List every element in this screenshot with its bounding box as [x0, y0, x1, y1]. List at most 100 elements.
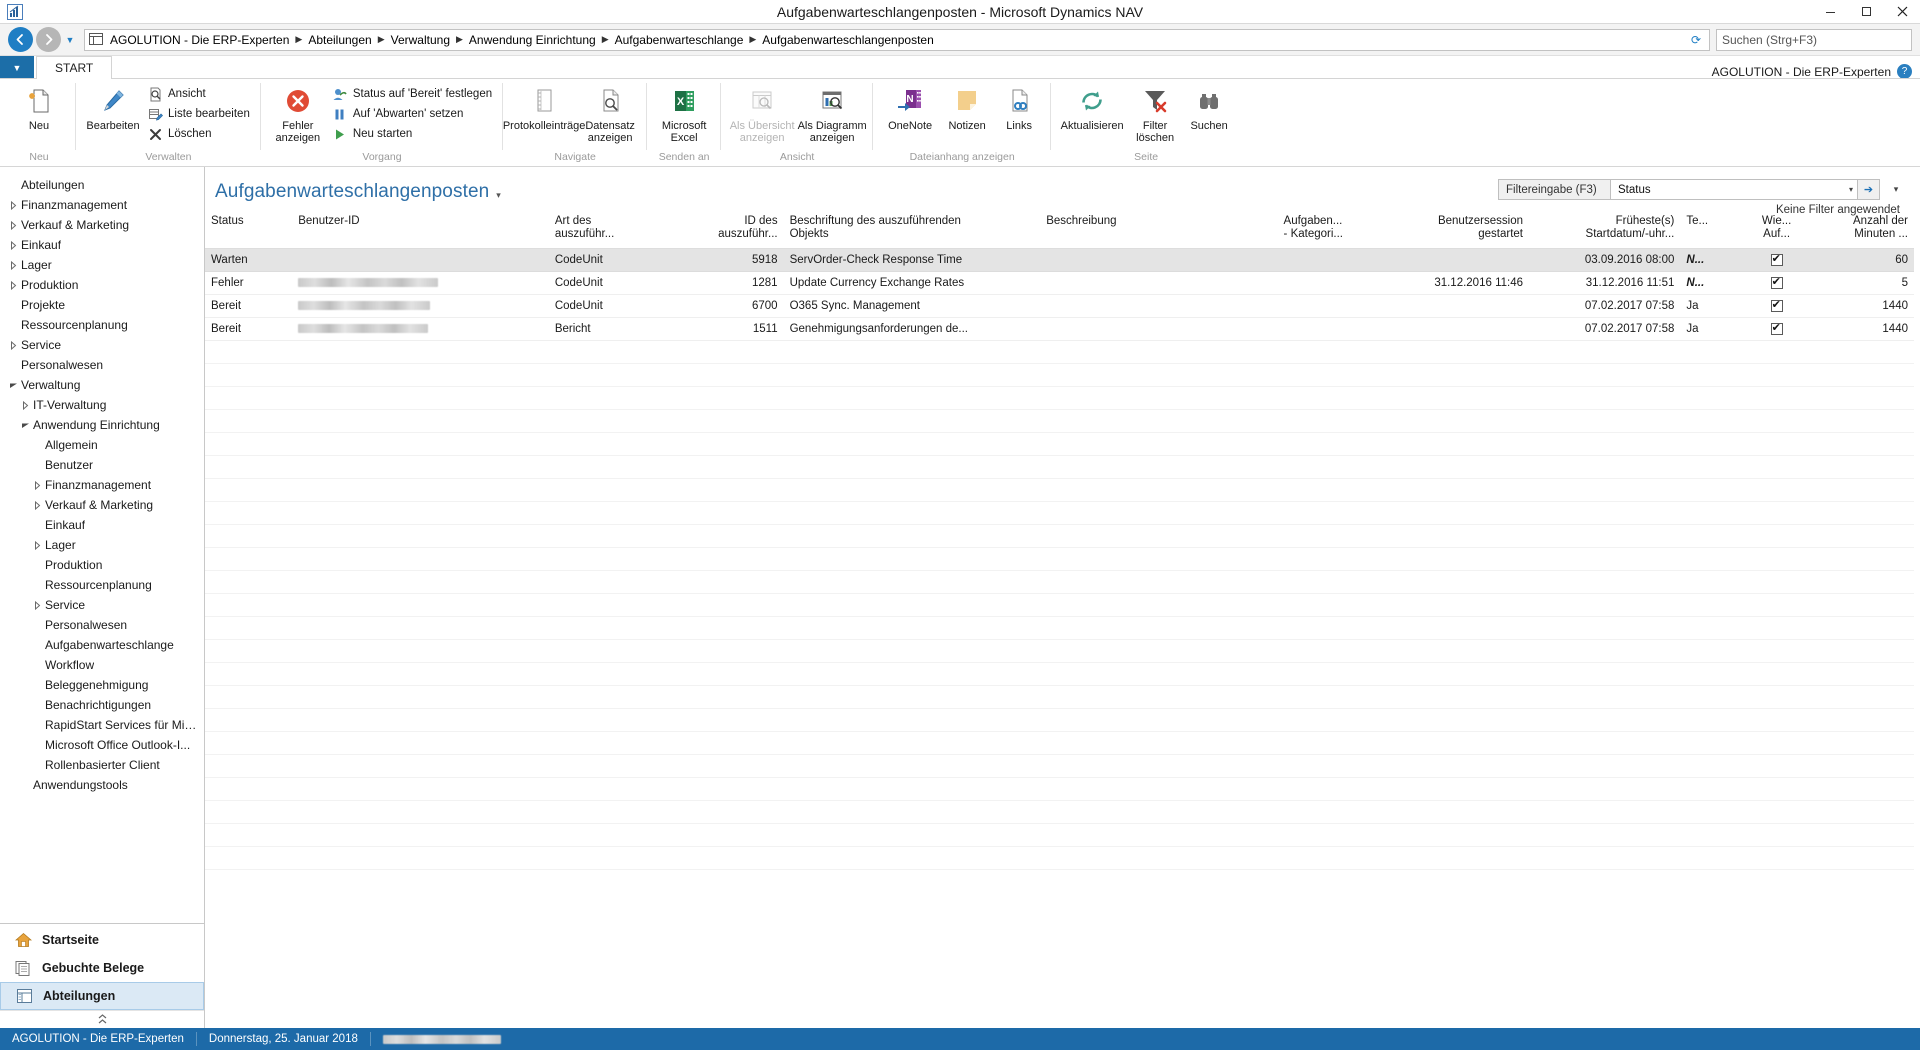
column-header-session_started[interactable]: Benutzersession gestartet [1377, 207, 1529, 249]
close-button[interactable] [1884, 0, 1920, 24]
breadcrumb-item-3[interactable]: Anwendung Einrichtung [469, 33, 596, 47]
cell-category[interactable] [1277, 248, 1378, 272]
cell-user_id[interactable] [292, 248, 549, 272]
cell-recurring[interactable] [1744, 294, 1809, 318]
cell-status[interactable]: Bereit [205, 317, 293, 341]
chevron-right-icon[interactable] [6, 200, 21, 210]
edit-button[interactable]: Bearbeiten [82, 82, 144, 132]
navbutton-startseite[interactable]: Startseite [0, 926, 204, 954]
cell-caption[interactable]: Update Currency Exchange Rates [783, 271, 1041, 295]
cell-earliest_start[interactable]: 07.02.2017 07:58 [1529, 317, 1681, 341]
chevron-right-icon[interactable] [30, 480, 45, 490]
nav-tree-item[interactable]: Benachrichtigungen [0, 695, 204, 715]
checkbox-recurring[interactable] [1770, 275, 1783, 289]
chevron-right-icon[interactable] [6, 260, 21, 270]
cell-caption[interactable]: Genehmigungsanforderungen de... [783, 317, 1041, 341]
table-row[interactable]: Bereit CodeUnit 6700 O365 Sync. Management 0… [205, 294, 1914, 318]
nav-tree-item[interactable]: Microsoft Office Outlook-I... [0, 735, 204, 755]
cell-earliest_start[interactable]: 07.02.2017 07:58 [1529, 294, 1681, 318]
nav-tree-item[interactable]: Abteilungen [0, 175, 204, 195]
checkbox-recurring[interactable] [1770, 298, 1783, 312]
nav-tree-item[interactable]: Anwendungstools [0, 775, 204, 795]
nav-tree-item[interactable]: Verkauf & Marketing [0, 495, 204, 515]
cell-object_id[interactable]: 6700 [683, 294, 784, 318]
cell-minutes[interactable]: 1440 [1808, 317, 1914, 341]
cell-object_type[interactable]: CodeUnit [548, 248, 684, 272]
cell-object_id[interactable]: 1281 [683, 271, 784, 295]
find-button[interactable]: Suchen [1183, 82, 1235, 132]
table-row[interactable]: Warten CodeUnit 5918 ServOrder-Check Respon… [205, 248, 1914, 272]
cell-object_type[interactable]: CodeUnit [548, 294, 684, 318]
cell-minutes[interactable]: 60 [1808, 248, 1914, 272]
cell-category[interactable] [1277, 271, 1378, 295]
cell-category[interactable] [1277, 317, 1378, 341]
column-header-status[interactable]: Status [205, 207, 293, 249]
column-header-caption[interactable]: Beschriftung des auszuführenden Objekts [783, 207, 1041, 249]
refresh-icon[interactable]: ⟳ [1687, 33, 1705, 47]
nav-tree-item[interactable]: Verwaltung [0, 375, 204, 395]
cell-object_id[interactable]: 1511 [683, 317, 784, 341]
nav-tree-item[interactable]: Lager [0, 255, 204, 275]
edit-list-button[interactable]: Liste bearbeiten [144, 104, 255, 124]
cell-description[interactable] [1040, 248, 1278, 272]
chevron-right-icon[interactable] [30, 540, 45, 550]
cell-session_started[interactable] [1377, 294, 1529, 318]
nav-tree-item[interactable]: Benutzer [0, 455, 204, 475]
nav-tree-item[interactable]: IT-Verwaltung [0, 395, 204, 415]
chevron-down-icon[interactable]: ▾ [1849, 185, 1853, 194]
refresh-button[interactable]: Aktualisieren [1057, 82, 1127, 132]
chevron-right-icon[interactable] [18, 400, 33, 410]
cell-category[interactable] [1277, 294, 1378, 318]
nav-tree-item[interactable]: Aufgabenwarteschlange [0, 635, 204, 655]
nav-tree-item[interactable]: Verkauf & Marketing [0, 215, 204, 235]
delete-button[interactable]: Löschen [144, 124, 255, 144]
nav-tree-item[interactable]: Rollenbasierter Client [0, 755, 204, 775]
cell-session_started[interactable] [1377, 248, 1529, 272]
links-button[interactable]: Links [993, 82, 1045, 132]
nav-tree-item[interactable]: Einkauf [0, 235, 204, 255]
nav-tree-item[interactable]: Ressourcenplanung [0, 315, 204, 335]
cell-partial[interactable]: N... [1680, 248, 1745, 272]
cell-session_started[interactable] [1377, 317, 1529, 341]
minimize-button[interactable] [1812, 0, 1848, 24]
ribbon-menu-button[interactable]: ▼ [0, 56, 34, 79]
cell-user_id[interactable] [292, 317, 549, 341]
filter-apply-button[interactable]: ➔ [1858, 179, 1880, 200]
chevron-right-icon[interactable] [6, 220, 21, 230]
nav-tree-item[interactable]: Finanzmanagement [0, 475, 204, 495]
chevron-right-icon[interactable] [6, 280, 21, 290]
cell-status[interactable]: Fehler [205, 271, 293, 295]
nav-tree-item[interactable]: Allgemein [0, 435, 204, 455]
cell-partial[interactable]: Ja [1680, 317, 1745, 341]
column-header-description[interactable]: Beschreibung [1040, 207, 1278, 249]
page-title-dropdown-icon[interactable]: ▾ [496, 181, 501, 201]
search-input[interactable]: Suchen (Strg+F3) [1716, 28, 1912, 51]
column-header-object_type[interactable]: Art des auszuführ... [548, 207, 684, 249]
breadcrumb-item-0[interactable]: AGOLUTION - Die ERP-Experten [110, 33, 289, 47]
new-button[interactable]: Neu [8, 82, 70, 132]
chevron-right-icon[interactable] [6, 240, 21, 250]
nav-tree-item[interactable]: Workflow [0, 655, 204, 675]
back-button[interactable] [8, 27, 33, 52]
breadcrumb-item-5[interactable]: Aufgabenwarteschlangenposten [762, 33, 933, 47]
cell-object_type[interactable]: CodeUnit [548, 271, 684, 295]
cell-partial[interactable]: N... [1680, 271, 1745, 295]
filter-field-select[interactable]: Status ▾ [1610, 179, 1858, 200]
column-header-partial[interactable]: Te... [1680, 207, 1745, 249]
history-dropdown-icon[interactable]: ▼ [62, 27, 78, 52]
send-to-excel-button[interactable]: X Microsoft Excel [653, 82, 715, 144]
cell-caption[interactable]: ServOrder-Check Response Time [783, 248, 1041, 272]
cell-user_id[interactable] [292, 271, 549, 295]
chevron-right-icon[interactable] [6, 340, 21, 350]
cell-description[interactable] [1040, 317, 1278, 341]
show-error-button[interactable]: Fehler anzeigen [267, 82, 329, 144]
breadcrumb-address-field[interactable]: AGOLUTION - Die ERP-Experten ▶ Abteilung… [84, 28, 1710, 51]
filter-input-label[interactable]: Filtereingabe (F3) [1498, 179, 1610, 200]
checkbox-recurring[interactable] [1770, 321, 1783, 335]
cell-status[interactable]: Warten [205, 248, 293, 272]
column-header-earliest_start[interactable]: Früheste(s) Startdatum/-uhr... [1529, 207, 1681, 249]
tab-start[interactable]: START [36, 56, 113, 79]
nav-tree-item[interactable]: Lager [0, 535, 204, 555]
navbutton-abteilungen[interactable]: Abteilungen [0, 982, 204, 1010]
cell-description[interactable] [1040, 271, 1278, 295]
